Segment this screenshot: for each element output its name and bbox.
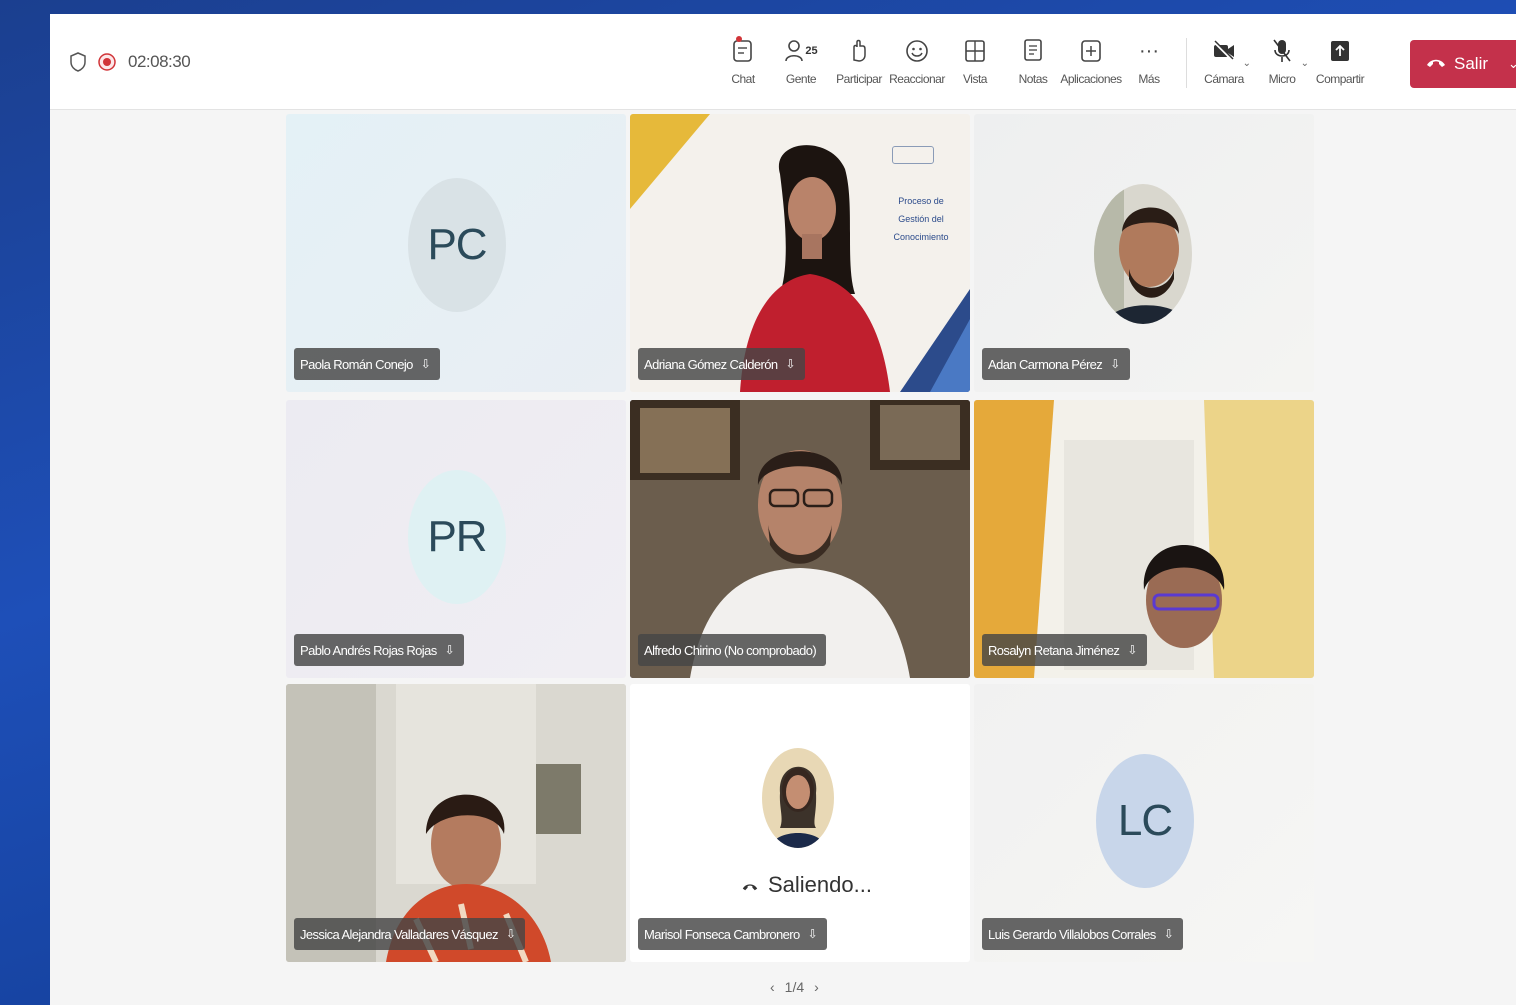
chat-icon (732, 34, 754, 68)
participant-tile[interactable]: Proceso de Gestión del Conocimiento Adri… (630, 114, 970, 392)
mic-button[interactable]: ⌄ Micro (1253, 34, 1311, 86)
participant-tile[interactable]: Rosalyn Retana Jiménez ⇩ (974, 400, 1314, 678)
notes-label: Notas (1018, 72, 1048, 86)
people-icon: 25 (784, 34, 818, 68)
participant-name-tag: Pablo Andrés Rojas Rojas ⇩ (294, 634, 465, 666)
participant-name-tag: Jessica Alejandra Valladares Vásquez ⇩ (294, 918, 526, 950)
leave-label: Salir (1454, 54, 1489, 73)
participant-name-tag: Alfredo Chirino (No comprobado) (638, 634, 827, 666)
mic-label: Micro (1268, 72, 1296, 86)
camera-options-chevron-icon[interactable]: ⌄ (1243, 58, 1251, 69)
teams-meeting-window: 02:08:30 Chat 25 Gente Participar Reacci… (50, 14, 1516, 1005)
share-label: Compartir (1315, 72, 1365, 86)
next-page-button[interactable]: › (814, 979, 819, 995)
pin-icon: ⇩ (785, 357, 796, 371)
shield-icon[interactable] (70, 52, 86, 72)
pin-icon: ⇩ (1163, 927, 1174, 941)
notes-button[interactable]: Notas (1004, 34, 1062, 86)
participant-name-tag: Adan Carmona Pérez ⇩ (982, 348, 1130, 380)
page-indicator: 1/4 (784, 979, 805, 995)
apps-label: Aplicaciones (1060, 72, 1122, 86)
raise-hand-label: Participar (836, 72, 882, 86)
participant-tile[interactable]: Saliendo... Marisol Fonseca Cambronero ⇩ (630, 684, 970, 962)
participant-tile[interactable]: Adan Carmona Pérez ⇩ (974, 114, 1314, 392)
participant-profile-photo (1094, 184, 1192, 324)
leave-chevron-icon[interactable]: ⌄ (1508, 56, 1516, 72)
participant-initials-avatar: LC (1096, 754, 1194, 888)
view-button[interactable]: Vista (946, 34, 1004, 86)
raise-hand-icon (849, 34, 869, 68)
more-label: Más (1138, 72, 1160, 86)
recording-icon (98, 53, 116, 71)
react-label: Reaccionar (889, 72, 945, 86)
react-button[interactable]: Reaccionar (888, 34, 946, 86)
participant-tile[interactable]: PR Pablo Andrés Rojas Rojas ⇩ (286, 400, 626, 678)
participant-name-tag: Marisol Fonseca Cambronero ⇩ (638, 918, 828, 950)
prev-page-button[interactable]: ‹ (770, 979, 775, 995)
mic-off-icon (1271, 34, 1293, 68)
more-button[interactable]: ··· Más (1120, 34, 1178, 87)
gallery-pager: ‹ 1/4 › (770, 979, 819, 995)
participant-initials-avatar: PR (408, 470, 506, 604)
participant-name-tag: Rosalyn Retana Jiménez ⇩ (982, 634, 1147, 666)
institution-logo (892, 146, 934, 164)
view-label: Vista (963, 72, 987, 86)
pin-icon: ⇩ (444, 643, 455, 657)
people-count: 25 (805, 45, 818, 57)
pin-icon: ⇩ (807, 927, 818, 941)
participant-name-tag: Adriana Gómez Calderón ⇩ (638, 348, 805, 380)
camera-off-icon (1211, 34, 1237, 68)
participant-tile-speaking[interactable]: Alfredo Chirino (No comprobado) (630, 400, 970, 678)
participant-name-tag: Paola Román Conejo ⇩ (294, 348, 441, 380)
camera-button[interactable]: ⌄ Cámara (1195, 34, 1253, 86)
participant-tile[interactable]: LC Luis Gerardo Villalobos Corrales ⇩ (974, 684, 1314, 962)
share-screen-icon (1329, 34, 1351, 68)
leave-button[interactable]: Salir ⌄ (1410, 40, 1516, 88)
meeting-status: 02:08:30 (70, 52, 191, 72)
participant-name-tag: Luis Gerardo Villalobos Corrales ⇩ (982, 918, 1184, 950)
share-button[interactable]: Compartir (1311, 34, 1369, 86)
meeting-timer: 02:08:30 (128, 52, 191, 71)
more-icon: ··· (1139, 39, 1159, 62)
participant-initials-avatar: PC (408, 178, 506, 312)
hang-up-icon (742, 872, 758, 898)
people-label: Gente (785, 72, 817, 86)
hang-up-icon (1426, 54, 1446, 74)
participant-tile[interactable]: Jessica Alejandra Valladares Vásquez ⇩ (286, 684, 626, 962)
add-app-icon (1080, 34, 1102, 68)
toolbar-divider (1186, 38, 1187, 88)
participant-tile[interactable]: PC Paola Román Conejo ⇩ (286, 114, 626, 392)
participant-profile-photo (762, 748, 834, 848)
chat-label: Chat (731, 72, 755, 86)
raise-hand-button[interactable]: Participar (830, 34, 888, 86)
notes-icon (1023, 34, 1043, 68)
pin-icon: ⇩ (505, 927, 516, 941)
slide-text: Proceso de Gestión del Conocimiento (893, 196, 949, 242)
grid-view-icon (964, 34, 986, 68)
mic-options-chevron-icon[interactable]: ⌄ (1301, 58, 1309, 69)
people-button[interactable]: 25 Gente (772, 34, 830, 86)
pin-icon: ⇩ (420, 357, 431, 371)
pin-icon: ⇩ (1110, 357, 1120, 371)
meeting-toolbar: 02:08:30 Chat 25 Gente Participar Reacci… (50, 14, 1516, 110)
chat-button[interactable]: Chat (714, 34, 772, 86)
camera-label: Cámara (1204, 72, 1244, 86)
apps-button[interactable]: Aplicaciones (1060, 34, 1122, 86)
smiley-icon (905, 34, 929, 68)
toolbar-actions: Chat 25 Gente Participar Reaccionar Vist… (714, 34, 1369, 88)
pin-icon: ⇩ (1127, 643, 1137, 657)
leaving-status: Saliendo... (742, 872, 872, 898)
